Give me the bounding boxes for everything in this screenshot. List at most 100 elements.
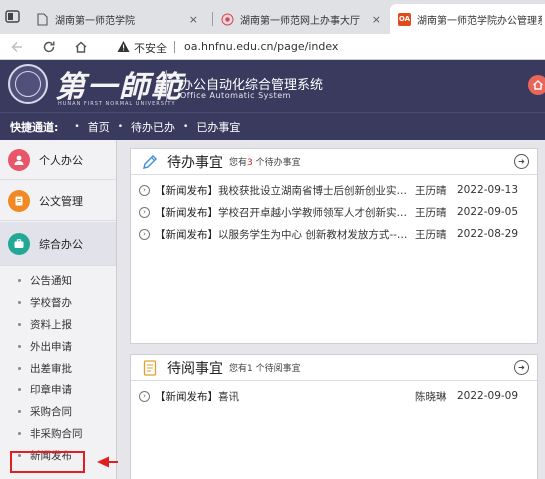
nav-separator: •: [117, 121, 124, 132]
list-item[interactable]: › 【新闻发布】 喜讯 陈晓琳 2022-09-09: [131, 385, 537, 407]
sidebar-item-general-office[interactable]: 综合办公: [0, 222, 116, 266]
quick-nav-label: 快捷通道:: [10, 120, 59, 134]
university-seal-logo: [8, 64, 48, 104]
todo-panel-header: 待办事宜 您有3 个待办事宜 ➜: [131, 149, 537, 175]
bullet-icon: [18, 279, 21, 283]
toread-list: › 【新闻发布】 喜讯 陈晓琳 2022-09-09: [131, 381, 537, 407]
row-arrow-icon: ›: [139, 228, 150, 240]
reload-icon[interactable]: [40, 38, 58, 56]
toread-count-text: 您有1 个待阅事宜: [229, 361, 301, 374]
tab-label: 湖南第一师范学院: [55, 15, 135, 27]
university-english-name: HUNAN FIRST NORMAL UNIVERSITY: [58, 101, 176, 107]
list-item[interactable]: › 【新闻发布】 我校获批设立湖南省博士后创新创业实践基地 王历晴 2022-0…: [131, 179, 537, 201]
nav-link-done-items[interactable]: 已办事宜: [196, 119, 240, 135]
bullet-icon: [18, 410, 21, 414]
tab-hnfnu-home[interactable]: 湖南第一师范学院 ×: [28, 4, 206, 34]
browser-tab-bar: 湖南第一师范学院 × 湖南第一师范网上办事大厅 × OA 湖南第一师范学院办公管…: [0, 0, 545, 34]
system-subtitle: Office Automatic System: [180, 91, 291, 100]
list-item[interactable]: › 【新闻发布】 学校召开卓越小学教师领军人才创新实验班 ... 王历晴 202…: [131, 201, 537, 223]
security-status-label[interactable]: 不安全: [134, 40, 167, 56]
submenu-item-non-purchase-contract[interactable]: 非采购合同: [0, 423, 116, 445]
sidebar-item-label: 个人办公: [39, 153, 83, 167]
item-title[interactable]: 以服务学生为中心 创新教材发放方式----我校...: [218, 227, 410, 242]
sidebar-item-label: 综合办公: [39, 237, 83, 251]
count-suffix: 个待阅事宜: [255, 364, 301, 374]
sidebar-item-personal-office[interactable]: 个人办公: [0, 140, 116, 180]
bullet-icon: [18, 301, 21, 305]
sidebar: 个人办公 公文管理 综合办公 公告通知 学校督办 资料上报 外出申请 出差审批 …: [0, 140, 117, 479]
todo-count: 3: [247, 158, 253, 168]
school-seal-icon: [221, 13, 234, 25]
item-title[interactable]: 学校召开卓越小学教师领军人才创新实验班 ...: [218, 205, 410, 220]
item-title[interactable]: 我校获批设立湖南省博士后创新创业实践基地: [218, 183, 410, 198]
item-author: 王历晴: [415, 228, 447, 241]
bullet-icon: [18, 344, 21, 348]
quick-nav-bar: 快捷通道: • 首页 • 待办已办 • 已办事宜: [0, 112, 545, 140]
todo-panel-title: 待办事宜: [167, 154, 223, 171]
item-date: 2022-09-13: [457, 184, 519, 196]
submenu-item-label: 学校督办: [30, 297, 72, 310]
tab-label: 湖南第一师范网上办事大厅: [240, 15, 360, 27]
submenu-item-notices[interactable]: 公告通知: [0, 270, 116, 292]
item-date: 2022-09-09: [457, 390, 519, 402]
submenu-item-seal-request[interactable]: 印章申请: [0, 379, 116, 401]
header-divider: [166, 70, 167, 102]
todo-count-text: 您有3 个待办事宜: [229, 155, 301, 168]
document-icon: [8, 189, 30, 212]
close-icon[interactable]: ×: [372, 13, 381, 26]
tab-label: 湖南第一师范学院办公管理系统: [417, 15, 542, 27]
header-home-button[interactable]: [528, 75, 545, 95]
nav-link-todo-done[interactable]: 待办已办: [131, 119, 175, 135]
address-bar: 不安全 oa.hnfnu.edu.cn/page/index: [0, 34, 545, 60]
submenu-item-purchase-contract[interactable]: 采购合同: [0, 401, 116, 423]
item-author: 陈晓琳: [415, 390, 447, 403]
main-content: 待办事宜 您有3 个待办事宜 ➜ › 【新闻发布】 我校获批设立湖南省博士后创新…: [118, 140, 545, 479]
bullet-icon: [18, 431, 21, 435]
item-author: 王历晴: [415, 184, 447, 197]
close-icon[interactable]: ×: [189, 13, 198, 26]
toread-count: 1: [247, 364, 253, 374]
tab-actions-icon[interactable]: [4, 9, 22, 25]
tab-online-hall[interactable]: 湖南第一师范网上办事大厅 ×: [213, 4, 389, 34]
university-logo-text: 第一師範: [55, 70, 183, 105]
more-arrow-icon[interactable]: ➜: [514, 360, 529, 375]
row-arrow-icon: ›: [139, 390, 150, 402]
tab-oa-system[interactable]: OA 湖南第一师范学院办公管理系统: [390, 4, 545, 34]
app-header: 第一師範 HUNAN FIRST NORMAL UNIVERSITY 办公自动化…: [0, 60, 545, 112]
todo-panel: 待办事宜 您有3 个待办事宜 ➜ › 【新闻发布】 我校获批设立湖南省博士后创新…: [130, 148, 538, 344]
submenu-item-travel-approval[interactable]: 出差审批: [0, 357, 116, 379]
count-suffix: 个待办事宜: [255, 158, 301, 168]
item-title[interactable]: 喜讯: [218, 389, 410, 404]
person-icon: [8, 148, 30, 171]
count-prefix: 您有: [229, 364, 248, 374]
item-date: 2022-08-29: [457, 228, 519, 240]
sidebar-item-label: 公文管理: [39, 194, 83, 208]
warning-triangle-icon[interactable]: [117, 40, 130, 53]
toread-panel-header: 待阅事宜 您有1 个待阅事宜 ➜: [131, 355, 537, 381]
nav-separator: •: [74, 121, 80, 132]
nav-link-home[interactable]: 首页: [88, 119, 110, 135]
submenu-item-data-report[interactable]: 资料上报: [0, 314, 116, 336]
submenu-item-label: 采购合同: [30, 406, 72, 419]
bullet-icon: [18, 322, 21, 326]
toread-panel: 待阅事宜 您有1 个待阅事宜 ➜ › 【新闻发布】 喜讯 陈晓琳 2022-09…: [130, 354, 538, 479]
submenu-item-supervision[interactable]: 学校督办: [0, 292, 116, 314]
sidebar-item-document-management[interactable]: 公文管理: [0, 181, 116, 221]
house-icon: [533, 80, 543, 90]
pencil-icon: [143, 154, 157, 169]
home-icon[interactable]: [72, 38, 90, 56]
submenu-item-label: 资料上报: [30, 318, 72, 331]
item-category: 【新闻发布】: [155, 184, 218, 197]
url-input[interactable]: oa.hnfnu.edu.cn/page/index: [184, 40, 338, 53]
count-prefix: 您有: [229, 158, 248, 168]
submenu-item-outing-request[interactable]: 外出申请: [0, 335, 116, 357]
more-arrow-icon[interactable]: ➜: [514, 154, 529, 169]
submenu-item-label: 非采购合同: [30, 427, 83, 440]
list-item[interactable]: › 【新闻发布】 以服务学生为中心 创新教材发放方式----我校... 王历晴 …: [131, 223, 537, 245]
url-divider: [174, 41, 175, 53]
item-category: 【新闻发布】: [155, 228, 218, 241]
annotation-highlight-box: [10, 451, 85, 473]
item-author: 王历晴: [415, 206, 447, 219]
bullet-icon: [18, 388, 21, 392]
back-arrow-icon[interactable]: [8, 38, 26, 56]
